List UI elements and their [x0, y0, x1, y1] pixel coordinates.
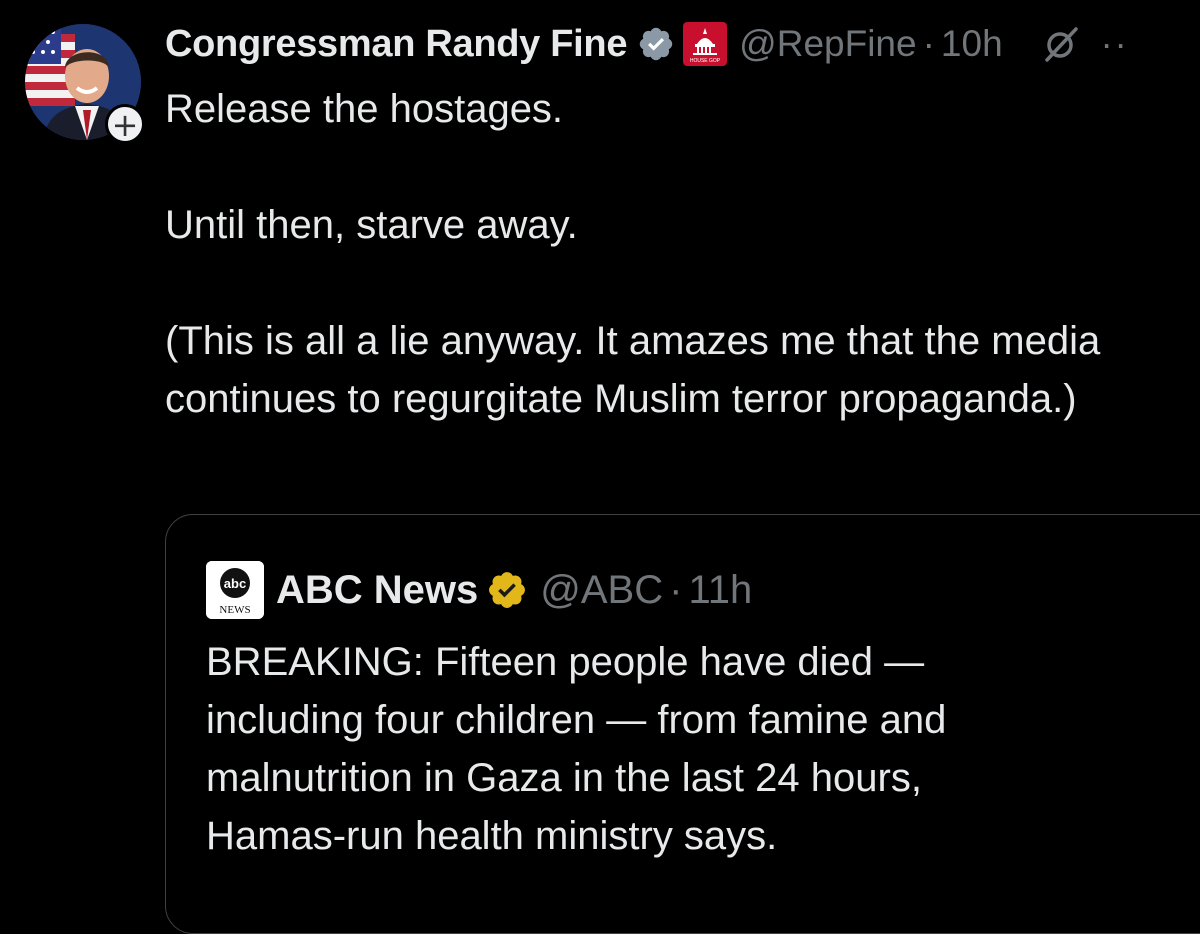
- author-name[interactable]: Congressman Randy Fine: [165, 23, 627, 66]
- quoted-separator-dot: ·: [669, 567, 683, 612]
- tweet-text: Release the hostages. Until then, starve…: [165, 87, 1101, 421]
- gov-badge-text: HOUSE GOP: [690, 58, 721, 64]
- quoted-author-name[interactable]: ABC News: [276, 568, 478, 613]
- author-handle[interactable]: @RepFine: [739, 23, 916, 65]
- more-options-icon[interactable]: ··: [1101, 23, 1129, 65]
- verified-badge-icon[interactable]: [637, 25, 675, 63]
- gold-verified-badge-icon[interactable]: [486, 569, 528, 611]
- tweet-timestamp[interactable]: 10h: [941, 23, 1003, 65]
- abc-news-logo-avatar[interactable]: abc NEWS: [206, 561, 264, 619]
- abc-logo-news-text: NEWS: [219, 604, 250, 616]
- quoted-author-handle[interactable]: @ABC: [540, 568, 663, 613]
- tweet-header: Congressman Randy Fine HOUSE GOP @RepFin…: [165, 18, 1129, 70]
- house-gop-badge-icon[interactable]: HOUSE GOP: [683, 22, 728, 66]
- quoted-tweet-header: abc NEWS ABC News @ABC · 11h: [206, 561, 752, 619]
- abc-news-logo-icon: abc NEWS: [206, 561, 264, 619]
- author-avatar-wrapper[interactable]: +: [25, 24, 145, 144]
- grok-icon[interactable]: [1041, 24, 1081, 64]
- quoted-tweet-card[interactable]: abc NEWS ABC News @ABC · 11h BREAKING: F…: [165, 514, 1200, 934]
- abc-logo-text: abc: [224, 576, 246, 591]
- quoted-tweet-text: BREAKING: Fifteen people have died — inc…: [206, 640, 947, 858]
- separator-dot: ·: [922, 23, 935, 64]
- follow-button[interactable]: +: [105, 104, 145, 144]
- quoted-tweet-timestamp[interactable]: 11h: [688, 568, 752, 613]
